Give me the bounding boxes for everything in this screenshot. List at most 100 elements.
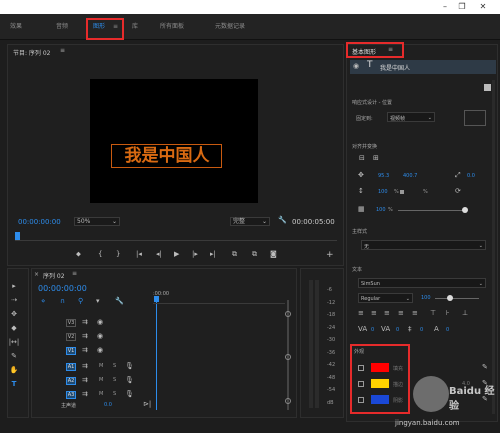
monitor-current-timecode[interactable]: 00:00:00:00 <box>18 218 61 226</box>
eg-panel-scrollbar[interactable] <box>492 80 495 414</box>
opacity-slider[interactable] <box>398 210 466 211</box>
scroll-handle-middle[interactable] <box>285 354 291 360</box>
slip-tool-icon[interactable]: |↔| <box>8 336 20 348</box>
lift-icon[interactable]: ⧉ <box>232 250 237 259</box>
align-vertical-center-icon[interactable]: ⊟ <box>359 154 365 162</box>
justify-icon[interactable]: ≡ <box>398 309 404 317</box>
tab-effects[interactable]: 效果 <box>10 14 22 40</box>
microphone-icon[interactable]: 🎙 <box>125 376 134 384</box>
monitor-scrub-bar[interactable] <box>15 240 337 241</box>
eye-icon[interactable]: ◉ <box>97 332 103 340</box>
eye-icon[interactable]: ◉ <box>353 62 359 70</box>
play-icon[interactable]: ▶ <box>174 250 179 258</box>
pen-tool-icon[interactable]: ✎ <box>8 350 20 362</box>
fill-color-swatch[interactable] <box>371 363 389 372</box>
kerning-value[interactable]: 0 <box>396 327 399 333</box>
sync-lock-icon[interactable]: ⇉ <box>82 318 88 326</box>
sync-lock-icon[interactable]: ⇉ <box>82 332 88 340</box>
track-label-a1[interactable]: A1 <box>66 363 76 371</box>
opacity-slider-knob[interactable] <box>462 207 468 213</box>
mute-toggle[interactable]: M <box>99 363 103 369</box>
camera-icon[interactable]: ◙ <box>270 250 277 258</box>
vertical-center-icon[interactable]: ⊦ <box>446 309 450 317</box>
solo-toggle[interactable]: S <box>113 391 116 397</box>
font-style-select[interactable]: Regular ⌄ <box>358 293 413 303</box>
razor-tool-icon[interactable]: ◆ <box>8 322 20 334</box>
vertical-top-icon[interactable]: ⊤ <box>430 309 436 317</box>
sync-lock-icon[interactable]: ⇉ <box>82 376 88 384</box>
mark-in-icon[interactable]: { <box>98 250 102 258</box>
microphone-icon[interactable]: 🎙 <box>125 390 134 398</box>
tab-all-panels[interactable]: 所有面板 <box>160 14 184 40</box>
align-horizontal-center-icon[interactable]: ⊞ <box>373 154 379 162</box>
mark-out-icon[interactable]: } <box>116 250 120 258</box>
tab-metadata[interactable]: 元数据记录 <box>215 14 245 40</box>
snap-icon[interactable]: ∩ <box>60 297 65 305</box>
add-button-icon[interactable]: + <box>326 250 334 260</box>
tab-graphics-menu-icon[interactable]: ≡ <box>113 14 118 40</box>
microphone-icon[interactable]: 🎙 <box>125 362 134 370</box>
pin-to-select[interactable]: 视频帧 ⌄ <box>387 112 435 122</box>
eye-icon[interactable]: ◉ <box>97 318 103 326</box>
selection-tool-icon[interactable]: ▸ <box>8 280 20 292</box>
go-to-out-icon[interactable]: ▸| <box>210 250 216 258</box>
track-select-tool-icon[interactable]: ⇢ <box>8 294 20 306</box>
timeline-menu-icon[interactable]: ≡ <box>72 270 77 277</box>
sequence-tab-label[interactable]: 序列 02 <box>43 271 65 280</box>
align-center-icon[interactable]: ≡ <box>371 309 377 317</box>
monitor-playhead[interactable] <box>15 232 20 240</box>
tab-audio[interactable]: 音频 <box>56 14 68 40</box>
tab-graphics[interactable]: 图形 <box>93 14 105 40</box>
baseline-shift-value[interactable]: 0 <box>446 327 449 333</box>
track-label-a3[interactable]: A3 <box>66 391 76 399</box>
eyedropper-icon[interactable]: ✎ <box>482 363 488 371</box>
step-back-icon[interactable]: ◂| <box>156 250 162 258</box>
close-icon[interactable]: ✕ <box>478 2 488 12</box>
fill-checkbox[interactable] <box>358 365 364 371</box>
stroke-checkbox[interactable] <box>358 381 364 387</box>
sync-lock-icon[interactable]: ⇉ <box>82 362 88 370</box>
go-to-end-icon[interactable]: ⊳| <box>143 400 151 408</box>
position-x[interactable]: 95.3 <box>378 173 389 179</box>
panel-menu-icon[interactable]: ≡ <box>60 47 65 54</box>
rotation[interactable]: 0.0 <box>467 173 475 179</box>
eye-icon[interactable]: ◉ <box>97 346 103 354</box>
step-forward-icon[interactable]: |▸ <box>192 250 198 258</box>
solo-toggle[interactable]: S <box>113 377 116 383</box>
timeline-settings-icon[interactable]: 🔧 <box>115 297 124 305</box>
font-size-slider-knob[interactable] <box>447 295 453 301</box>
sync-lock-icon[interactable]: ⇉ <box>82 346 88 354</box>
track-label-v2[interactable]: V2 <box>66 333 76 341</box>
master-style-select[interactable]: 无 ⌄ <box>361 240 486 250</box>
add-marker-icon[interactable]: ⬥ <box>76 250 81 259</box>
maximize-icon[interactable]: ❐ <box>457 2 467 12</box>
stroke-color-swatch[interactable] <box>371 379 389 388</box>
track-label-v3[interactable]: V3 <box>66 319 76 327</box>
nest-icon[interactable]: ⋄ <box>41 297 45 305</box>
track-label-a2[interactable]: A2 <box>66 377 76 385</box>
pin-position-widget[interactable] <box>464 110 486 126</box>
essential-graphics-title[interactable]: 基本图形 <box>352 47 376 56</box>
font-size-value[interactable]: 100 <box>421 295 431 301</box>
go-to-in-icon[interactable]: |◂ <box>136 250 142 258</box>
new-layer-icon[interactable] <box>484 84 491 91</box>
scroll-handle-top[interactable] <box>285 311 291 317</box>
scroll-handle-bottom[interactable] <box>285 398 291 404</box>
shadow-checkbox[interactable] <box>358 397 364 403</box>
leading-value[interactable]: 0 <box>420 327 423 333</box>
solo-toggle[interactable]: S <box>113 363 116 369</box>
close-sequence-icon[interactable]: × <box>34 271 39 278</box>
scale-value[interactable]: 100 <box>378 189 388 195</box>
quality-select[interactable]: 完整 ⌄ <box>230 217 270 226</box>
tab-libraries[interactable]: 库 <box>132 14 138 40</box>
position-y[interactable]: 400.7 <box>403 173 417 179</box>
type-tool-icon[interactable]: T <box>8 378 20 390</box>
panel-menu-icon[interactable]: ≡ <box>388 46 393 53</box>
align-right-icon[interactable]: ≡ <box>384 309 390 317</box>
master-volume[interactable]: 0.0 <box>104 402 112 408</box>
mute-toggle[interactable]: M <box>99 391 103 397</box>
timeline-timecode[interactable]: 00:00:00:00 <box>38 284 87 293</box>
ripple-edit-tool-icon[interactable]: ✥ <box>8 308 20 320</box>
wrench-icon[interactable]: 🔧 <box>278 216 287 224</box>
vertical-bottom-icon[interactable]: ⊥ <box>462 309 468 317</box>
